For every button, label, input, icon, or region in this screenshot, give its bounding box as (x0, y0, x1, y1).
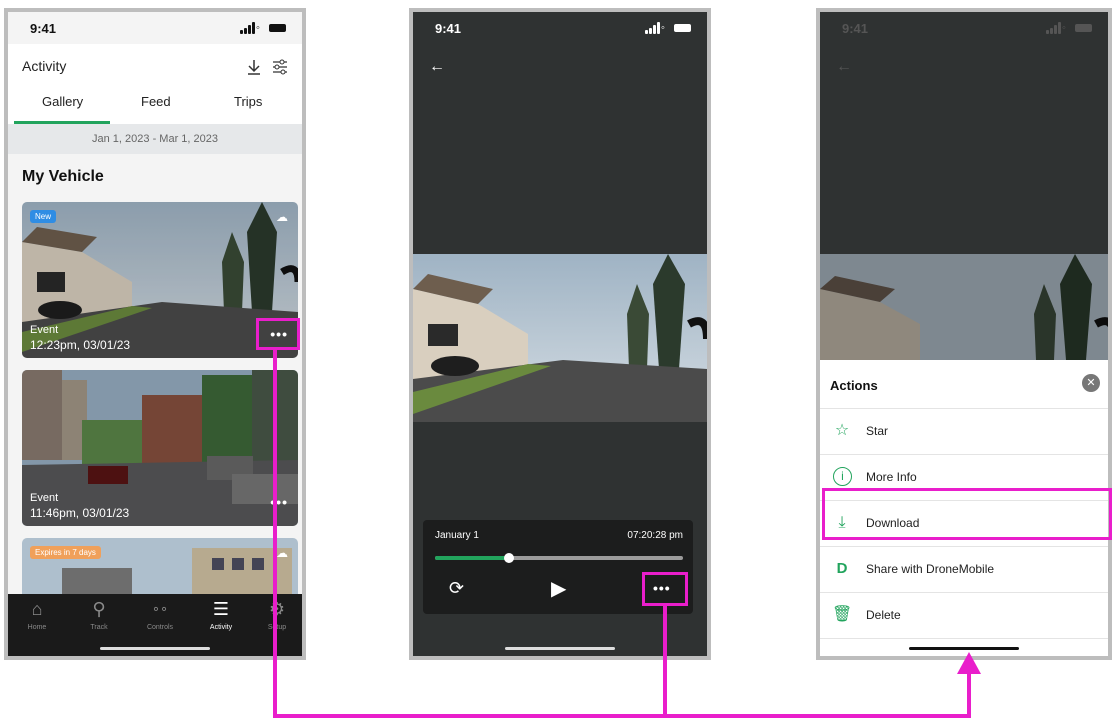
player-time: 07:20:28 pm (627, 530, 683, 541)
divider (820, 638, 1108, 640)
trash-icon: 🗑 (832, 606, 853, 623)
home-indicator (100, 647, 210, 650)
gallery-card[interactable]: Event 11:46pm, 03/01/23 ••• (22, 370, 298, 526)
status-bar: 9:41 ◦ (820, 12, 1108, 44)
dronemobile-logo-icon: D (836, 560, 848, 577)
highlight-box (822, 488, 1112, 540)
download-icon[interactable] (246, 58, 262, 76)
status-icons: ◦ (1046, 22, 1092, 34)
sheet-title: Actions (830, 378, 878, 393)
action-label: Delete (866, 608, 901, 622)
star-icon: ☆ (834, 422, 850, 439)
battery-icon (269, 24, 286, 32)
cloud-icon: ☁ (276, 546, 288, 560)
status-time: 9:41 (435, 21, 462, 36)
play-icon[interactable]: ▶ (551, 576, 566, 601)
home-indicator (505, 647, 615, 650)
wifi-icon: ◦ (256, 22, 260, 34)
page-title: Activity (22, 58, 67, 74)
actions-sheet-screen: 9:41 ◦ ← Actions ✕ ☆ Star i More Info ⤓ … (816, 8, 1112, 660)
event-thumbnail (22, 370, 298, 526)
video-player-screen: 9:41 ◦ ← January 1 07:20:28 pm ⟳ ▶ ••• (409, 8, 711, 660)
action-label: Star (866, 424, 889, 438)
battery-icon (1075, 24, 1092, 32)
list-icon: ☰ (212, 599, 230, 619)
nav-activity[interactable]: ☰ Activity (196, 598, 246, 631)
arrowhead-icon (957, 652, 981, 674)
replay-icon[interactable]: ⟳ (449, 578, 464, 599)
info-icon: i (833, 467, 852, 486)
event-time: 11:46pm, 03/01/23 (30, 506, 130, 520)
tab-trips[interactable]: Trips (234, 94, 262, 109)
back-arrow-icon[interactable]: ← (429, 58, 445, 76)
action-star[interactable]: ☆ Star (820, 408, 1108, 455)
action-delete[interactable]: 🗑 Delete (820, 592, 1108, 639)
gallery-card[interactable]: Expires in 7 days ☁ (22, 538, 298, 602)
action-share-dronemobile[interactable]: D Share with DroneMobile (820, 546, 1108, 593)
status-time: 9:41 (842, 21, 869, 36)
bottom-nav: ⌂ Home ⚲ Track ∘∘ Controls ☰ Activity ⚙ … (8, 594, 302, 656)
connector-line (273, 350, 277, 718)
filter-icon[interactable] (272, 58, 288, 76)
status-icons: ◦ (645, 22, 691, 34)
highlight-box (642, 572, 688, 606)
home-icon: ⌂ (31, 599, 43, 619)
expires-badge: Expires in 7 days (30, 546, 101, 559)
date-range[interactable]: Jan 1, 2023 - Mar 1, 2023 (8, 124, 302, 154)
tab-bar: Gallery Feed Trips (8, 86, 302, 125)
nav-label: Home (27, 624, 47, 631)
controls-icon: ∘∘ (151, 601, 169, 616)
event-type: Event (30, 324, 59, 336)
home-indicator (909, 647, 1019, 650)
nav-label: Setup (252, 624, 302, 631)
video-frame (820, 254, 1108, 360)
status-icons: ◦ (240, 22, 286, 34)
section-title: My Vehicle (22, 168, 104, 185)
event-type: Event (30, 492, 59, 504)
new-badge: New (30, 210, 57, 223)
status-bar: 9:41 ◦ (413, 12, 707, 44)
connector-line (663, 606, 667, 718)
wifi-icon: ◦ (1062, 22, 1066, 34)
video-frame (413, 254, 707, 422)
progress-fill (435, 556, 510, 560)
action-label: More Info (866, 470, 917, 484)
player-date: January 1 (435, 530, 479, 541)
nav-setup[interactable]: ⚙ Setup (252, 598, 302, 631)
connector-line (967, 672, 971, 718)
event-time: 12:23pm, 03/01/23 (30, 338, 131, 352)
close-icon[interactable]: ✕ (1082, 374, 1100, 392)
progress-knob[interactable] (504, 553, 515, 563)
wifi-icon: ◦ (661, 22, 665, 34)
nav-label: Controls (146, 624, 174, 631)
nav-home[interactable]: ⌂ Home (12, 598, 62, 631)
location-pin-icon: ⚲ (92, 599, 106, 619)
tab-feed[interactable]: Feed (141, 94, 171, 109)
connector-line (273, 714, 971, 718)
action-label: Share with DroneMobile (866, 562, 995, 576)
nav-track[interactable]: ⚲ Track (74, 598, 124, 631)
nav-controls[interactable]: ∘∘ Controls (135, 598, 185, 631)
progress-track[interactable] (435, 553, 683, 563)
tab-gallery[interactable]: Gallery (42, 94, 83, 109)
cloud-icon: ☁ (276, 210, 288, 224)
nav-label: Track (90, 624, 108, 631)
highlight-box (256, 318, 300, 350)
gear-icon: ⚙ (252, 598, 302, 620)
status-time: 9:41 (30, 21, 57, 36)
back-arrow-icon: ← (836, 58, 852, 75)
nav-label: Activity (209, 624, 233, 631)
status-bar: 9:41 ◦ (8, 12, 302, 44)
battery-icon (674, 24, 691, 32)
